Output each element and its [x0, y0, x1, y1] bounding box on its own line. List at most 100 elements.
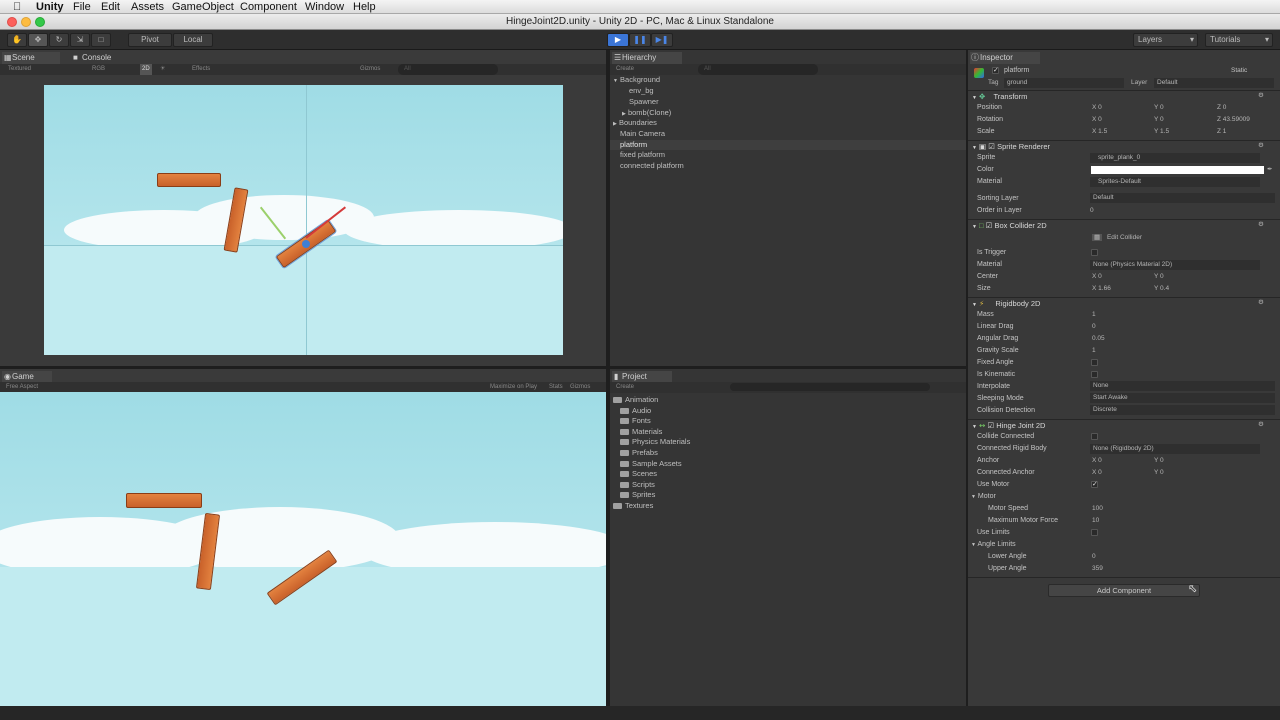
tab-scene[interactable]: ▦ Scene	[2, 52, 60, 64]
plank-sprite[interactable]	[157, 173, 221, 187]
size-y-field[interactable]: Y 0.4	[1154, 284, 1169, 294]
scene-viewport[interactable]	[44, 85, 563, 355]
layers-dropdown[interactable]: Layers ▾	[1133, 33, 1198, 47]
move-tool-icon[interactable]: ✥	[28, 33, 48, 47]
hierarchy-item-selected[interactable]: platform	[610, 140, 966, 150]
hinge-joint-header[interactable]: ▼ ↭ ☑ Hinge Joint 2D	[972, 420, 1045, 431]
settings-icon[interactable]: ⚙	[1258, 220, 1264, 230]
hierarchy-item[interactable]: fixed platform	[620, 150, 665, 160]
folder-item[interactable]: Animation	[613, 395, 658, 405]
effects-dropdown[interactable]: Effects	[192, 64, 210, 75]
use-motor-checkbox[interactable]: ✓	[1091, 481, 1098, 488]
rot-y-field[interactable]: Y 0	[1154, 115, 1164, 125]
rot-x-field[interactable]: X 0	[1092, 115, 1102, 125]
upper-angle-field[interactable]: 359	[1092, 564, 1103, 574]
folder-item[interactable]: Sample Assets	[620, 459, 682, 469]
hierarchy-item[interactable]: Spawner	[629, 97, 659, 107]
hand-tool-icon[interactable]: ✋	[7, 33, 27, 47]
scale-z-field[interactable]: Z 1	[1217, 127, 1226, 137]
edit-collider-button[interactable]: ▦ Edit Collider	[1092, 233, 1142, 243]
menu-help[interactable]: Help	[353, 0, 376, 14]
folder-item[interactable]: Fonts	[620, 416, 651, 426]
menu-edit[interactable]: Edit	[101, 0, 120, 14]
settings-icon[interactable]: ⚙	[1258, 91, 1264, 101]
project-search-input[interactable]	[730, 383, 930, 391]
tab-console[interactable]: ■ Console	[72, 52, 132, 64]
angle-limits-foldout[interactable]: ▼ Angle Limits	[971, 539, 1016, 550]
hierarchy-search-input[interactable]: All	[698, 64, 818, 75]
scene-search-input[interactable]: All	[398, 64, 498, 75]
menu-file[interactable]: File	[73, 0, 91, 14]
sprite-field[interactable]: sprite_plank_0	[1090, 153, 1260, 163]
interpolate-dropdown[interactable]: None	[1090, 381, 1275, 391]
is-kinematic-checkbox[interactable]	[1091, 371, 1098, 378]
component-enabled-checkbox[interactable]: ☑	[987, 421, 994, 430]
anchor-y-field[interactable]: Y 0	[1154, 456, 1164, 466]
hierarchy-item[interactable]: Main Camera	[620, 129, 665, 139]
hierarchy-create-dropdown[interactable]: Create	[616, 64, 634, 75]
transform-header[interactable]: ▼ ✥ Transform	[972, 91, 1027, 102]
pos-x-field[interactable]: X 0	[1092, 103, 1102, 113]
motor-foldout[interactable]: ▼ Motor	[971, 491, 996, 502]
max-motor-force-field[interactable]: 10	[1092, 516, 1099, 526]
rot-z-field[interactable]: Z 43.59009	[1217, 115, 1250, 125]
settings-icon[interactable]: ⚙	[1258, 141, 1264, 151]
material-field[interactable]: Sprites-Default	[1090, 177, 1260, 187]
anchor-gizmo[interactable]	[302, 240, 310, 248]
sprite-renderer-header[interactable]: ▼ ▣ ☑ Sprite Renderer	[972, 141, 1050, 152]
anchor-x-field[interactable]: X 0	[1092, 456, 1102, 466]
apple-icon[interactable]: 	[13, 0, 21, 14]
scale-x-field[interactable]: X 1.5	[1092, 127, 1107, 137]
layout-dropdown[interactable]: Tutorials ▾	[1205, 33, 1273, 47]
menu-window[interactable]: Window	[305, 0, 344, 14]
eyedropper-icon[interactable]: ✒	[1267, 165, 1272, 175]
hierarchy-item[interactable]: ▼ Background	[610, 75, 966, 85]
use-limits-checkbox[interactable]	[1091, 529, 1098, 536]
folder-item[interactable]: Audio	[620, 406, 651, 416]
connected-anchor-y-field[interactable]: Y 0	[1154, 468, 1164, 478]
fixed-angle-checkbox[interactable]	[1091, 359, 1098, 366]
sorting-layer-dropdown[interactable]: Default	[1090, 193, 1275, 203]
order-layer-field[interactable]: 0	[1090, 206, 1094, 216]
center-x-field[interactable]: X 0	[1092, 272, 1102, 282]
sleeping-mode-dropdown[interactable]: Start Awake	[1090, 393, 1275, 403]
gizmos-dropdown[interactable]: Gizmos	[360, 64, 380, 75]
center-y-field[interactable]: Y 0	[1154, 272, 1164, 282]
pivot-toggle[interactable]: Pivot	[128, 33, 172, 47]
pause-button[interactable]: ❚❚	[629, 33, 651, 47]
hierarchy-item[interactable]: ▶ bomb(Clone)	[622, 108, 671, 118]
hierarchy-item[interactable]: env_bg	[629, 86, 654, 96]
size-x-field[interactable]: X 1.66	[1092, 284, 1111, 294]
layer-dropdown[interactable]: Default	[1154, 78, 1274, 88]
component-enabled-checkbox[interactable]: ☑	[988, 142, 995, 151]
tab-hierarchy[interactable]: ☰ Hierarchy	[612, 52, 682, 64]
color-swatch[interactable]	[1091, 166, 1264, 174]
box-collider-header[interactable]: ▼ □ ☑ Box Collider 2D	[972, 220, 1047, 231]
lighting-icon[interactable]: ☀	[160, 64, 165, 75]
local-toggle[interactable]: Local	[173, 33, 213, 47]
is-trigger-checkbox[interactable]	[1091, 249, 1098, 256]
hierarchy-item[interactable]: ▶ Boundaries	[610, 118, 657, 128]
project-create-dropdown[interactable]: Create	[616, 382, 634, 393]
mass-field[interactable]: 1	[1092, 310, 1096, 320]
tag-dropdown[interactable]: ground	[1004, 78, 1124, 88]
component-enabled-checkbox[interactable]: ☑	[986, 221, 993, 230]
connected-anchor-x-field[interactable]: X 0	[1092, 468, 1102, 478]
menu-app[interactable]: Unity	[36, 0, 64, 14]
settings-icon[interactable]: ⚙	[1258, 420, 1264, 430]
folder-item[interactable]: Scripts	[620, 480, 655, 490]
gameobject-name-field[interactable]: platform	[1004, 65, 1224, 76]
folder-item[interactable]: Sprites	[620, 490, 655, 500]
active-checkbox[interactable]: ✓	[992, 67, 999, 74]
lower-angle-field[interactable]: 0	[1092, 552, 1096, 562]
rect-tool-icon[interactable]: □	[91, 33, 111, 47]
menu-component[interactable]: Component	[240, 0, 297, 14]
folder-item[interactable]: Physics Materials	[620, 437, 690, 447]
close-window-button[interactable]	[7, 17, 17, 27]
play-button[interactable]: ▶	[607, 33, 629, 47]
collide-connected-checkbox[interactable]	[1091, 433, 1098, 440]
menu-gameobject[interactable]: GameObject	[172, 0, 234, 14]
motor-speed-field[interactable]: 100	[1092, 504, 1103, 514]
pos-z-field[interactable]: Z 0	[1217, 103, 1226, 113]
rigidbody-header[interactable]: ▼ ⚡ Rigidbody 2D	[972, 298, 1040, 309]
